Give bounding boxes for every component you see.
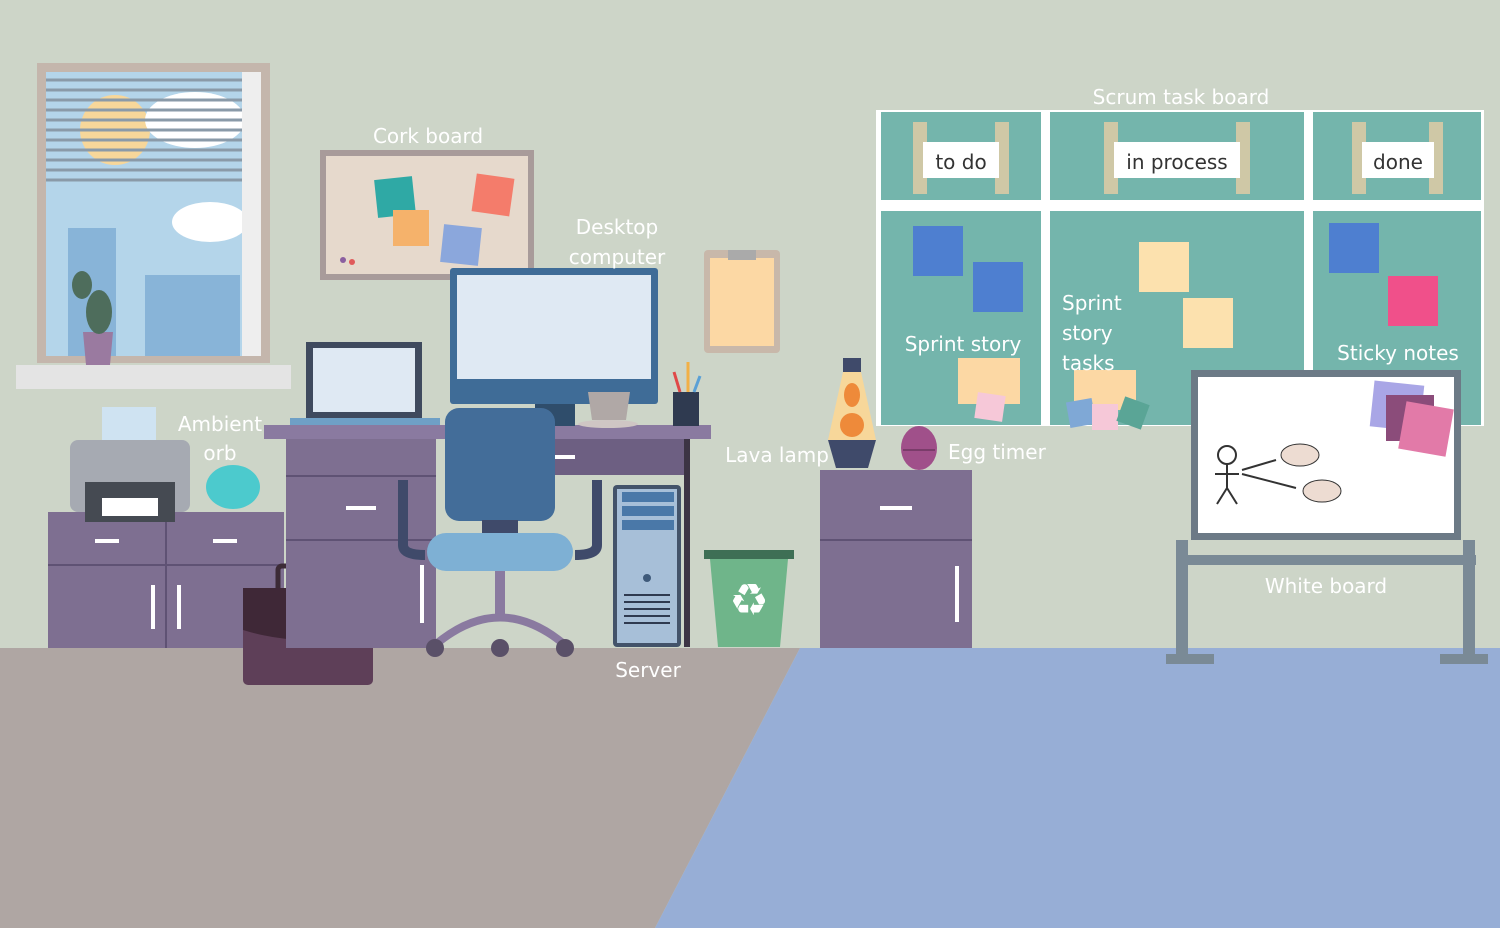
recycle-icon: ♻ xyxy=(729,575,768,626)
lava-lamp-label: Lava lamp xyxy=(725,443,829,467)
recycle-bin: ♻ xyxy=(704,550,794,647)
floor-right xyxy=(655,648,1500,928)
window xyxy=(16,63,291,389)
column-in-process: in process xyxy=(1126,150,1227,174)
white-board-label: White board xyxy=(1265,574,1387,598)
column-done: done xyxy=(1373,150,1423,174)
scrum-board-label: Scrum task board xyxy=(1093,85,1270,109)
sprint-tasks-label-3: tasks xyxy=(1062,351,1115,375)
office-scene: Cork board Scrum task board to do in pro… xyxy=(0,63,1500,928)
egg-timer-label: Egg timer xyxy=(948,440,1047,464)
server-label: Server xyxy=(615,658,681,682)
sprint-tasks-label-1: Sprint xyxy=(1062,291,1122,315)
clipboard xyxy=(704,250,780,353)
column-to-do: to do xyxy=(935,150,986,174)
cork-board xyxy=(320,150,534,280)
ambient-orb xyxy=(206,465,260,509)
right-cabinet xyxy=(820,470,972,648)
ambient-orb-label-2: orb xyxy=(203,441,236,465)
laptop xyxy=(290,342,440,425)
lava-lamp xyxy=(828,358,876,468)
pen-holder xyxy=(672,362,702,426)
ambient-orb-label-1: Ambient xyxy=(178,412,262,436)
cork-board-label: Cork board xyxy=(373,124,483,148)
egg-timer xyxy=(901,426,937,470)
printer xyxy=(70,407,190,522)
sticky-notes-label: Sticky notes xyxy=(1337,341,1459,365)
white-board xyxy=(1166,370,1488,664)
sprint-tasks-label-2: story xyxy=(1062,321,1113,345)
desktop-label-2: computer xyxy=(569,245,666,269)
desktop-label-1: Desktop xyxy=(576,215,658,239)
sprint-story-label: Sprint story xyxy=(905,332,1022,356)
server xyxy=(613,485,681,647)
